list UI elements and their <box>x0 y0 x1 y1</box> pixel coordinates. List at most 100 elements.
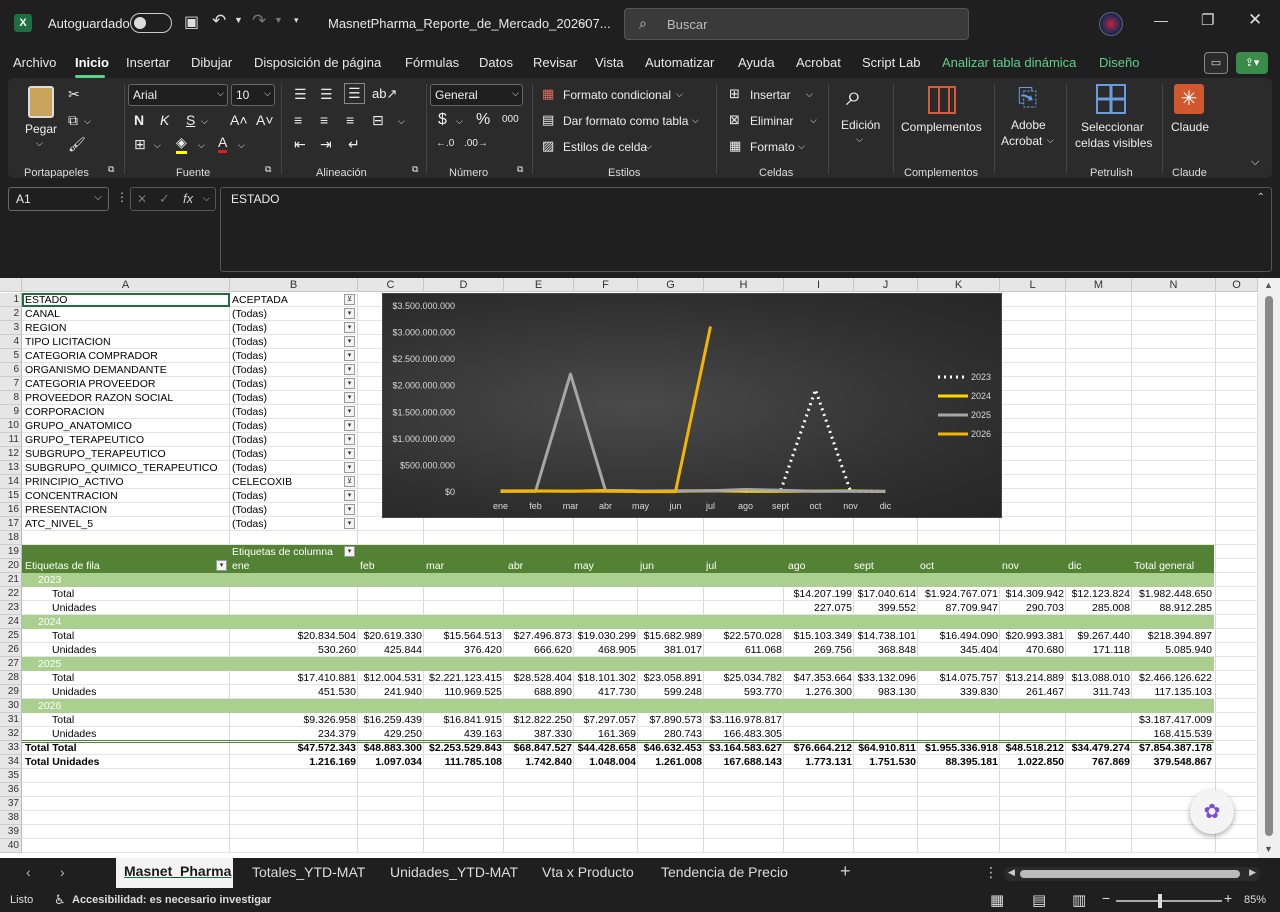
pivot-value-cell[interactable]: 1.216.169 <box>230 755 356 769</box>
scroll-left-icon[interactable]: ◀ <box>1008 867 1015 878</box>
pivot-value-cell[interactable]: $46.632.453 <box>638 741 702 755</box>
fill-color-dropdown-icon[interactable]: ⌵ <box>198 140 205 151</box>
pivot-value-cell[interactable]: 167.688.143 <box>704 755 782 769</box>
pivot-value-cell[interactable]: 379.548.867 <box>1132 755 1212 769</box>
font-launcher-icon[interactable]: ⧉ <box>265 164 271 175</box>
pivot-value-cell[interactable]: $48.518.212 <box>1000 741 1064 755</box>
pivot-value-cell[interactable]: $3.116.978.817 <box>704 713 782 727</box>
row-header-24[interactable]: 24 <box>0 615 22 629</box>
row-header-29[interactable]: 29 <box>0 685 22 699</box>
pivot-row-label[interactable]: Total <box>52 713 222 727</box>
pivot-value-cell[interactable]: 5.085.940 <box>1132 643 1212 657</box>
pivot-value-cell[interactable]: 530.260 <box>230 643 356 657</box>
row-header-17[interactable]: 17 <box>0 517 22 531</box>
filter-value[interactable]: (Todas) <box>232 363 342 377</box>
pivot-value-cell[interactable]: 470.680 <box>1000 643 1064 657</box>
copilot-button[interactable]: ✿ <box>1190 790 1234 834</box>
paste-dropdown-icon[interactable]: ⌵ <box>36 138 43 149</box>
name-box[interactable]: A1 ⌵ <box>8 187 109 211</box>
menu-disposicion[interactable]: Disposición de página <box>254 55 381 70</box>
collapse-formula-icon[interactable]: ⌃ <box>1257 192 1265 203</box>
filter-value[interactable]: (Todas) <box>232 335 342 349</box>
pivot-value-cell[interactable]: 234.379 <box>230 727 356 741</box>
zoom-slider-thumb[interactable] <box>1158 894 1162 908</box>
font-name-select[interactable]: Arial ⌵ <box>128 84 228 106</box>
pivot-value-cell[interactable]: $15.682.989 <box>638 629 702 643</box>
pivot-value-cell[interactable]: $2.253.529.843 <box>424 741 502 755</box>
pivot-value-cell[interactable]: 110.969.525 <box>424 685 502 699</box>
filter-dropdown-icon[interactable]: ▾ <box>344 490 355 501</box>
select-visible-button-line2[interactable]: celdas visibles <box>1075 136 1152 150</box>
pivot-value-cell[interactable]: 468.905 <box>574 643 636 657</box>
pivot-year-label[interactable]: 2023 <box>38 573 138 587</box>
filter-value[interactable]: (Todas) <box>232 433 342 447</box>
pivot-value-cell[interactable]: 381.017 <box>638 643 702 657</box>
filter-dropdown-icon[interactable]: ▾ <box>344 378 355 389</box>
cancel-icon[interactable]: ✕ <box>137 192 147 206</box>
next-sheet-icon[interactable]: › <box>60 864 65 880</box>
filter-value[interactable]: (Todas) <box>232 517 342 531</box>
filter-field-label[interactable]: PRESENTACION <box>25 503 228 517</box>
pivot-value-cell[interactable]: $14.309.942 <box>1000 587 1064 601</box>
row-header-4[interactable]: 4 <box>0 335 22 349</box>
row-header-35[interactable]: 35 <box>0 769 22 783</box>
row-header-18[interactable]: 18 <box>0 531 22 545</box>
row-header-21[interactable]: 21 <box>0 573 22 587</box>
insert-cells-icon[interactable]: ⊞ <box>729 86 740 102</box>
currency-icon[interactable]: $ <box>438 111 447 129</box>
column-header-A[interactable]: A <box>22 278 230 292</box>
pivot-value-cell[interactable]: 387.330 <box>504 727 572 741</box>
filter-field-label[interactable]: PRINCIPIO_ACTIVO <box>25 475 228 489</box>
autosave-toggle[interactable] <box>130 13 172 33</box>
table-format-dropdown-icon[interactable]: ⌵ <box>692 115 699 126</box>
table-format-button[interactable]: Dar formato como tabla <box>563 114 688 128</box>
acrobat-button[interactable]: Acrobat <box>1001 134 1042 148</box>
filter-field-label[interactable]: PROVEEDOR RAZON SOCIAL <box>25 391 228 405</box>
addins-icon[interactable] <box>928 86 956 114</box>
pivot-value-cell[interactable]: $15.103.349 <box>784 629 852 643</box>
decrease-font-icon[interactable]: A˅ <box>256 112 274 128</box>
filter-value[interactable]: (Todas) <box>232 405 342 419</box>
menu-ayuda[interactable]: Ayuda <box>738 55 775 70</box>
row-header-1[interactable]: 1 <box>0 293 22 307</box>
filter-value[interactable]: (Todas) <box>232 321 342 335</box>
pivot-value-cell[interactable]: 368.848 <box>854 643 916 657</box>
font-color-icon[interactable]: A <box>218 134 228 153</box>
row-header-7[interactable]: 7 <box>0 377 22 391</box>
line-chart[interactable]: $0 $500.000.000 $1.000.000.000 $1.500.000.0… <box>382 293 1002 518</box>
share-button[interactable]: ⇪▾ <box>1236 52 1268 74</box>
italic-icon[interactable]: K <box>160 112 169 128</box>
borders-icon[interactable]: ⊞ <box>134 136 146 153</box>
sheet-tab-vta-producto[interactable]: Vta x Producto <box>542 864 634 880</box>
editing-button[interactable]: Edición <box>841 118 880 132</box>
cond-format-icon[interactable]: ▦ <box>542 86 554 102</box>
pivot-value-cell[interactable]: 87.709.947 <box>918 601 998 615</box>
pivot-value-cell[interactable]: 593.770 <box>704 685 782 699</box>
pivot-value-cell[interactable]: 227.075 <box>784 601 852 615</box>
addins-button[interactable]: Complementos <box>901 120 982 134</box>
accessibility-status[interactable]: Accesibilidad: es necesario investigar <box>72 894 271 906</box>
pivot-row-label[interactable]: Total <box>52 587 222 601</box>
column-header-I[interactable]: I <box>784 278 854 292</box>
pivot-value-cell[interactable]: $14.075.757 <box>918 671 998 685</box>
filter-field-label[interactable]: SUBGRUPO_QUIMICO_TERAPEUTICO <box>25 461 228 475</box>
pivot-row-label[interactable]: Total <box>52 671 222 685</box>
pivot-value-cell[interactable]: 168.415.539 <box>1132 727 1212 741</box>
clipboard-launcher-icon[interactable]: ⧉ <box>108 164 114 175</box>
menu-insertar[interactable]: Insertar <box>126 55 170 70</box>
pivot-value-cell[interactable]: 1.276.300 <box>784 685 852 699</box>
filter-field-label[interactable]: CATEGORIA COMPRADOR <box>25 349 228 363</box>
scroll-up-icon[interactable]: ▲ <box>1264 280 1273 290</box>
filter-active-icon[interactable]: ⊻ <box>344 294 355 305</box>
function-dropdown-icon[interactable]: ⌵ <box>203 193 210 204</box>
pivot-value-cell[interactable]: 451.530 <box>230 685 356 699</box>
filter-field-label[interactable]: CORPORACION <box>25 405 228 419</box>
column-header-E[interactable]: E <box>504 278 574 292</box>
restore-icon[interactable]: ❐ <box>1201 11 1214 29</box>
format-painter-icon[interactable]: 🖌 <box>68 136 86 153</box>
pivot-value-cell[interactable]: $16.841.915 <box>424 713 502 727</box>
pivot-value-cell[interactable]: $7.890.573 <box>638 713 702 727</box>
column-header-G[interactable]: G <box>638 278 704 292</box>
scroll-right-icon[interactable]: ▶ <box>1249 867 1256 878</box>
align-left-icon[interactable]: ≡ <box>294 112 302 128</box>
